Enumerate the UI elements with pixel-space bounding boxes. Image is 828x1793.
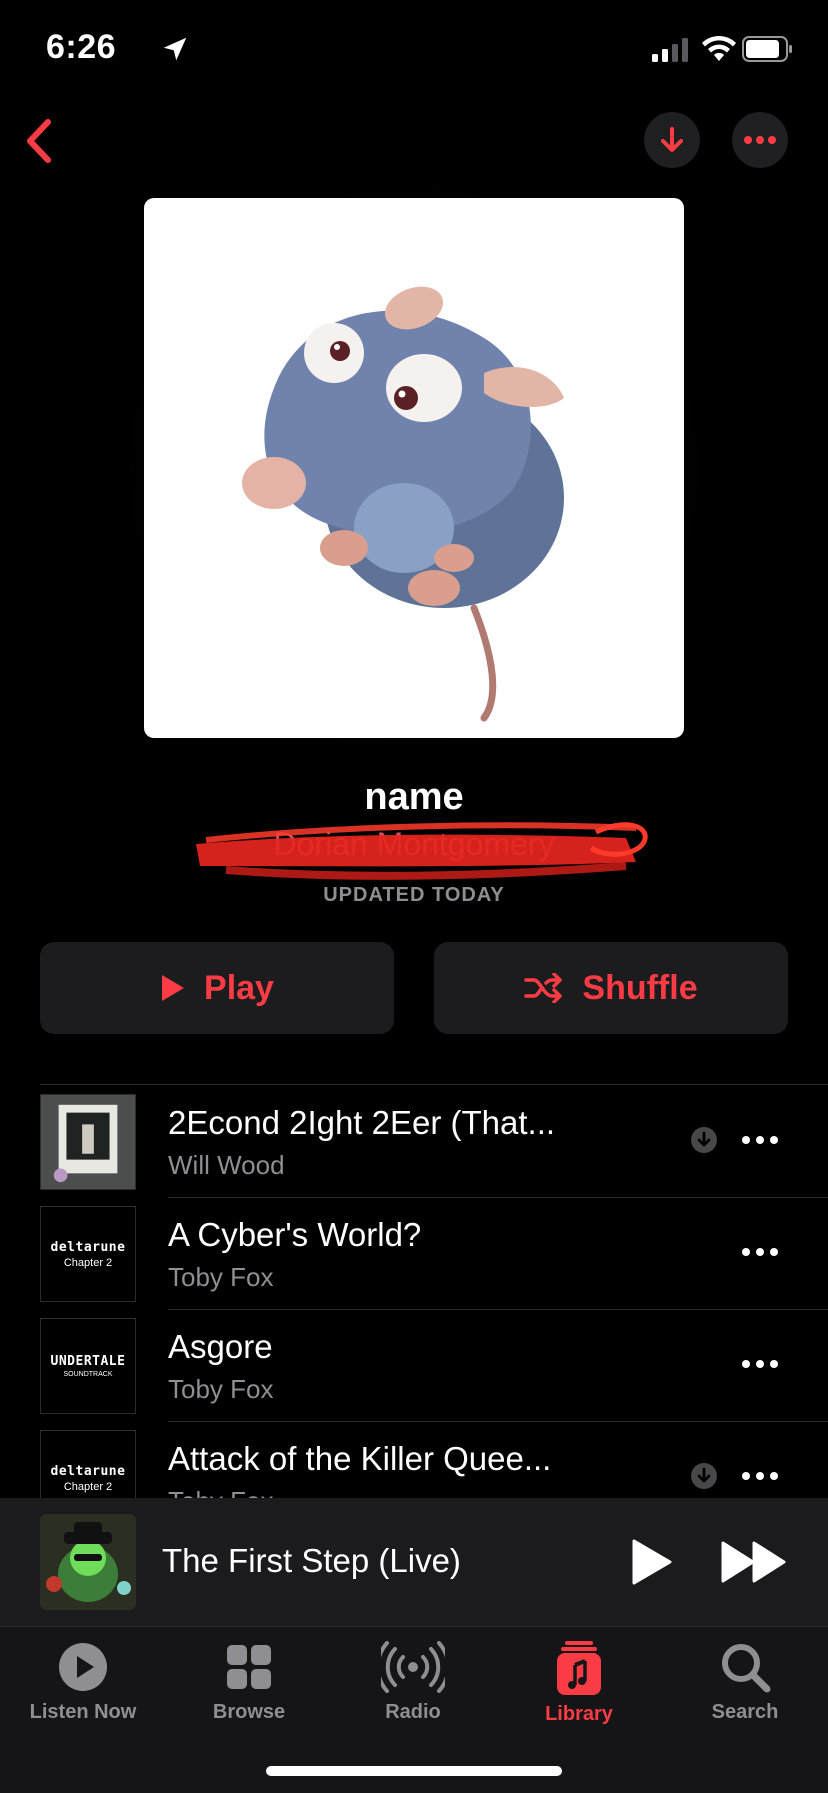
ellipsis-icon: [744, 136, 776, 144]
song-more-icon[interactable]: [740, 1458, 780, 1494]
song-row[interactable]: UNDERTALE SOUNDTRACK Asgore Toby Fox: [0, 1310, 828, 1422]
shuffle-button[interactable]: Shuffle: [434, 942, 788, 1034]
song-more-icon[interactable]: [740, 1122, 780, 1158]
song-artwork: UNDERTALE SOUNDTRACK: [40, 1318, 136, 1414]
shuffle-icon: [524, 973, 563, 1003]
tab-search[interactable]: Search: [662, 1641, 828, 1741]
thumb-sub-text: Chapter 2: [63, 1480, 113, 1493]
song-more-icon[interactable]: [740, 1234, 780, 1270]
thumb-logo-text: deltarune: [50, 1463, 126, 1479]
now-playing-artwork: [40, 1514, 136, 1610]
music-note-icon: [557, 1641, 601, 1695]
tab-label: Library: [545, 1703, 613, 1725]
song-artwork: [40, 1094, 136, 1190]
tab-listen-now[interactable]: Listen Now: [0, 1641, 166, 1741]
redaction-scribble: [196, 822, 648, 880]
song-artwork: deltarune Chapter 2: [40, 1206, 136, 1302]
album-cover-art: [40, 1514, 136, 1610]
updated-label: UPDATED TODAY: [323, 884, 505, 906]
play-icon: [162, 975, 185, 1001]
more-options-button[interactable]: [732, 112, 788, 168]
song-title: 2Econd 2Ight 2Eer (That...: [168, 1104, 556, 1141]
home-indicator: [266, 1766, 562, 1776]
mini-player[interactable]: The First Step (Live): [0, 1498, 828, 1626]
tab-library[interactable]: Library: [496, 1641, 662, 1741]
thumb-sub-text: Chapter 2: [63, 1256, 113, 1269]
thumb-logo-text: UNDERTALE: [50, 1354, 126, 1369]
playlist-curator[interactable]: Dorian Montgomery: [196, 822, 648, 880]
thumb-sub-text: SOUNDTRACK: [63, 1371, 113, 1378]
battery-icon: [742, 36, 792, 62]
cellular-signal-icon: [652, 38, 688, 62]
song-title: Asgore: [168, 1328, 273, 1365]
song-title: Attack of the Killer Quee...: [168, 1440, 552, 1477]
album-cover-art: [41, 1095, 135, 1189]
fast-forward-icon[interactable]: [720, 1540, 788, 1584]
play-circle-icon: [59, 1643, 107, 1691]
grid-icon: [227, 1645, 271, 1689]
tab-label: Browse: [212, 1701, 286, 1723]
download-arrow-icon: [661, 127, 683, 152]
play-button[interactable]: Play: [40, 942, 394, 1034]
tab-label: Search: [711, 1701, 779, 1723]
downloaded-icon: [691, 1127, 717, 1153]
playlist-artwork: [144, 198, 684, 738]
back-chevron-icon[interactable]: [22, 118, 56, 164]
playlist-title: name: [364, 776, 464, 818]
search-icon: [722, 1644, 771, 1693]
shuffle-label: Shuffle: [582, 968, 698, 1007]
wifi-icon: [702, 35, 736, 61]
now-playing-title: The First Step (Live): [162, 1542, 461, 1579]
tab-radio[interactable]: Radio: [330, 1641, 496, 1741]
song-row[interactable]: deltarune Chapter 2 A Cyber's World? Tob…: [0, 1198, 828, 1310]
mini-play-icon[interactable]: [630, 1538, 674, 1586]
tab-browse[interactable]: Browse: [166, 1641, 332, 1741]
song-artist: Toby Fox: [168, 1374, 274, 1404]
downloaded-icon: [691, 1463, 717, 1489]
song-row[interactable]: 2Econd 2Ight 2Eer (That... Will Wood: [0, 1086, 828, 1198]
tab-label: Listen Now: [29, 1701, 137, 1723]
song-more-icon[interactable]: [740, 1346, 780, 1382]
song-artist: Toby Fox: [168, 1262, 274, 1292]
song-title: A Cyber's World?: [168, 1216, 422, 1253]
rat-plush-illustration: [242, 286, 564, 722]
radio-icon: [381, 1641, 445, 1693]
download-button[interactable]: [644, 112, 700, 168]
thumb-logo-text: deltarune: [50, 1239, 126, 1255]
status-time: 6:26: [46, 28, 117, 66]
song-artist: Will Wood: [168, 1150, 285, 1180]
list-divider: [40, 1084, 828, 1085]
tab-label: Radio: [385, 1701, 441, 1723]
location-arrow-icon: [163, 37, 187, 61]
play-label: Play: [204, 968, 274, 1007]
